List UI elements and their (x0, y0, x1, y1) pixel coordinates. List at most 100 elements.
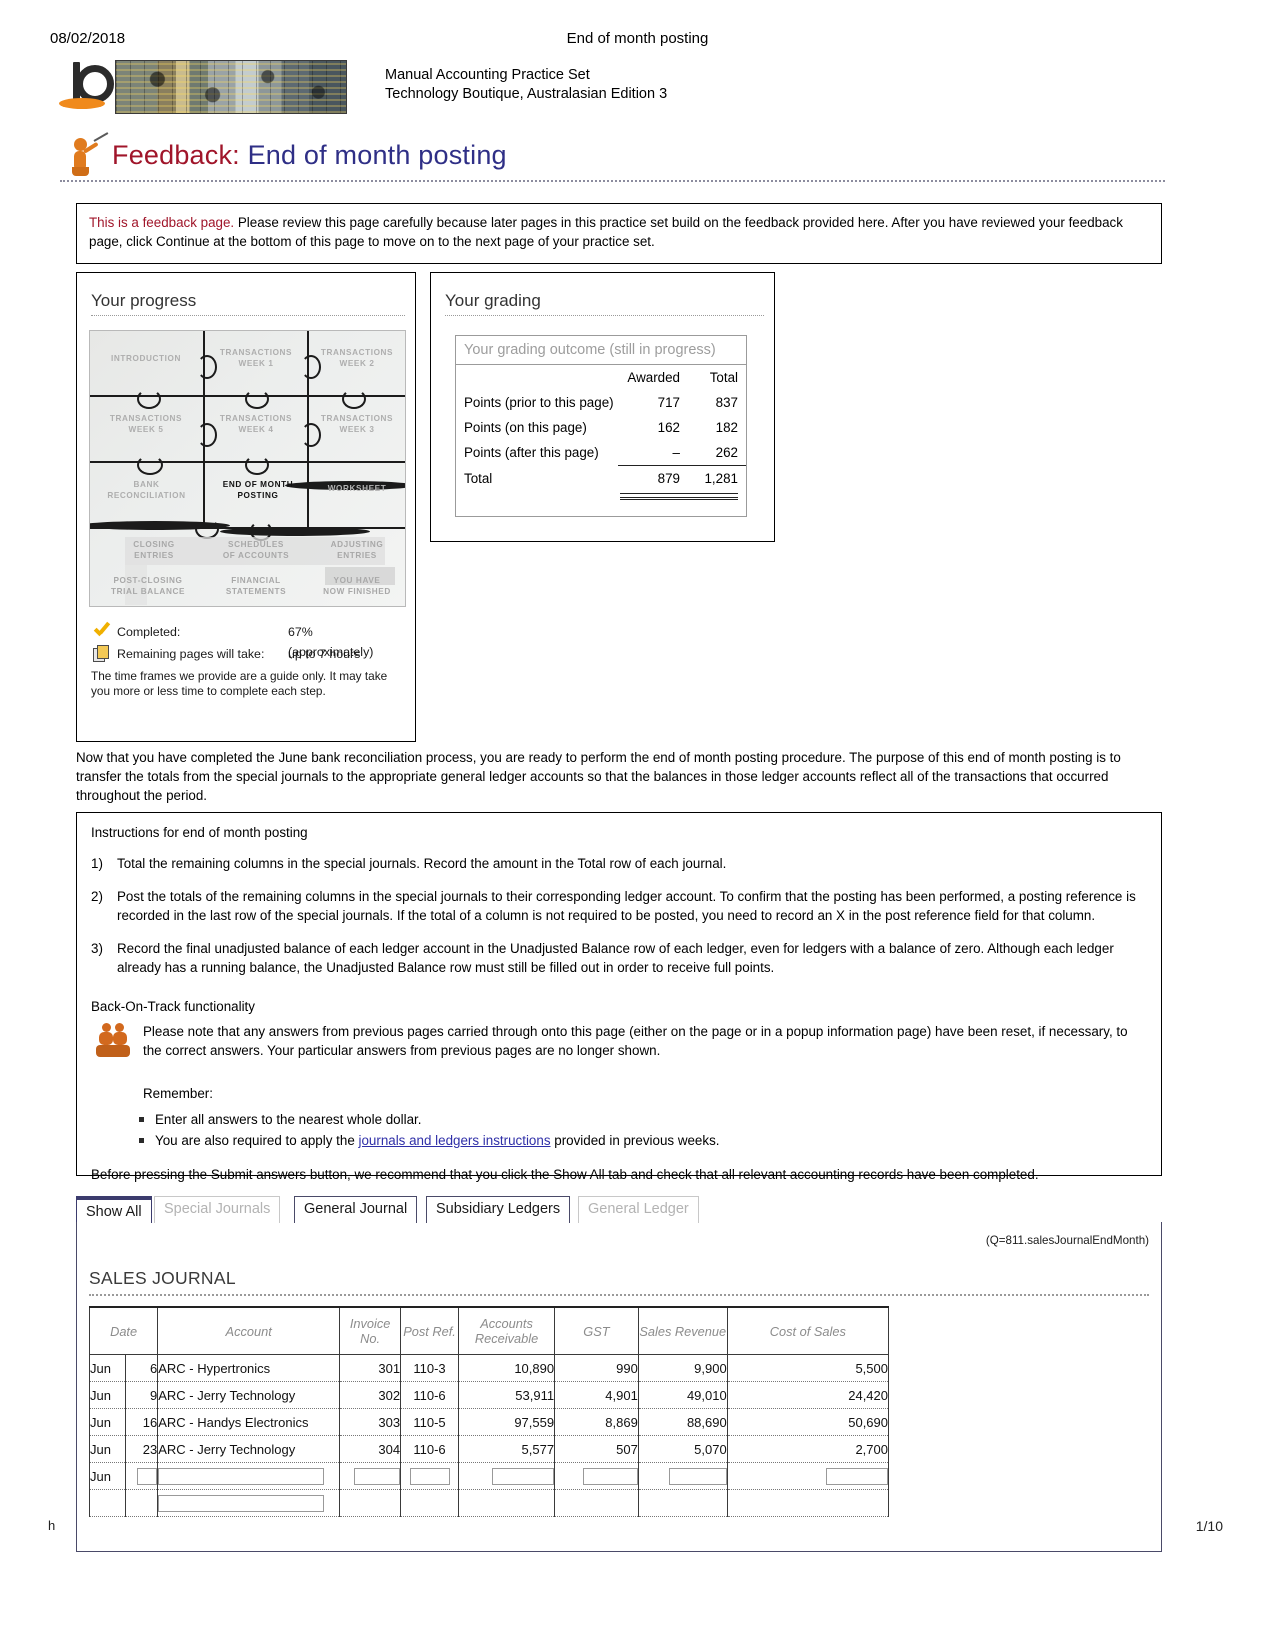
cell-invoice: 303 (339, 1408, 402, 1436)
post-ref-input[interactable] (409, 1467, 450, 1485)
journal-panel: (Q=811.salesJournalEndMonth) SALES JOURN… (76, 1222, 1162, 1552)
invoice-input-cell[interactable] (339, 1462, 402, 1490)
account-input[interactable] (158, 1467, 325, 1485)
day-input-cell[interactable] (125, 1462, 159, 1490)
tab-special-journals[interactable]: Special Journals (154, 1196, 281, 1223)
table-row-total: Total 879 1,281 (456, 465, 746, 491)
instructor-figure-icon (64, 132, 109, 178)
grading-col-awarded: Awarded (627, 370, 680, 385)
grading-total-total: 1,281 (686, 465, 746, 491)
cell-account: ARC - Jerry Technology (157, 1435, 341, 1463)
cell-month: Jun (88, 1462, 127, 1490)
progress-note: The time frames we provide are a guide o… (91, 669, 388, 698)
page-title: Feedback: End of month posting (60, 132, 1165, 182)
cell-cost-of-sales: 50,690 (726, 1408, 890, 1436)
grading-row-label: Points (prior to this page) (464, 395, 614, 410)
progress-heading-divider (91, 315, 405, 316)
progress-puzzle-image: INTRODUCTION TRANSACTIONS WEEK 1 TRANSACT… (89, 330, 406, 607)
cell-cost-of-sales: 5,500 (726, 1354, 890, 1382)
account-input-cell-2[interactable] (157, 1489, 341, 1517)
cos-input-cell[interactable] (726, 1462, 890, 1490)
header-doc-title: End of month posting (566, 30, 709, 47)
tab-show-all[interactable]: Show All (76, 1196, 152, 1223)
remember-label: Remember: (143, 1086, 213, 1101)
post-ref-input-cell[interactable] (400, 1462, 459, 1490)
cell-day: 16 (125, 1408, 159, 1436)
item-number: 2) (91, 889, 103, 904)
journal-tabs: Show All Special Journals General Journa… (76, 1196, 1162, 1224)
table-row: Jun 16 ARC - Handys Electronics 303 110-… (88, 1408, 890, 1436)
account-input-cell[interactable] (157, 1462, 341, 1490)
brand-line-2: Technology Boutique, Australasian Editio… (385, 86, 668, 102)
tab-subsidiary-ledgers[interactable]: Subsidiary Ledgers (426, 1196, 571, 1223)
feedback-page: 08/02/2018 End of month posting Manual A… (0, 0, 1275, 1650)
brand-line-1: Manual Accounting Practice Set (385, 67, 590, 83)
grading-row-total: 837 (715, 395, 738, 410)
ar-input[interactable] (492, 1467, 555, 1485)
account-input-2[interactable] (158, 1494, 325, 1512)
cell-cost-of-sales: 2,700 (726, 1435, 890, 1463)
cell-account: ARC - Handys Electronics (157, 1408, 341, 1436)
journals-and-ledgers-instructions-link[interactable]: journals and ledgers instructions (358, 1133, 550, 1148)
back-on-track-note: Please note that any answers from previo… (91, 1022, 1147, 1062)
invoice-input[interactable] (354, 1467, 401, 1485)
day-input[interactable] (137, 1467, 158, 1485)
cell-sales-revenue: 5,070 (637, 1435, 728, 1463)
instructions-heading: Instructions for end of month posting (91, 825, 308, 840)
cell-month: Jun (88, 1435, 127, 1463)
item-text: Total the remaining columns in the speci… (117, 856, 727, 871)
table-row: Jun 23 ARC - Jerry Technology 304 110-6 … (88, 1435, 890, 1463)
grading-row-awarded: 162 (657, 420, 680, 435)
table-row: Points (after this page) – 262 (456, 440, 746, 466)
cell-day: 6 (125, 1354, 159, 1382)
cell-post-ref: 110-5 (400, 1408, 459, 1436)
progress-stats: Completed: 67% (approximately) Remaining… (91, 621, 401, 665)
instructions-list: 1) Total the remaining columns in the sp… (91, 854, 1147, 977)
col-account: Account (157, 1306, 341, 1355)
cell-invoice: 302 (339, 1381, 402, 1409)
page-title-rest: End of month posting (239, 140, 507, 170)
grading-row-total: 182 (715, 420, 738, 435)
page-title-prefix: Feedback: (112, 140, 240, 170)
table-row: Points (prior to this page) 717 837 (456, 390, 746, 415)
sales-input-cell[interactable] (637, 1462, 728, 1490)
list-item: 3) Record the final unadjusted balance o… (91, 939, 1147, 977)
cell-post-ref: 110-6 (400, 1435, 459, 1463)
cell-post-ref: 110-3 (400, 1354, 459, 1382)
sales-input[interactable] (668, 1467, 727, 1485)
grading-total-label: Total (464, 470, 493, 486)
grading-row-total: 262 (715, 445, 738, 460)
gst-input-cell[interactable] (554, 1462, 639, 1490)
cell-accounts-receivable: 10,890 (457, 1354, 556, 1382)
remember-bullets: Enter all answers to the nearest whole d… (137, 1109, 1147, 1151)
pages-icon (93, 645, 109, 662)
cell-gst: 507 (554, 1435, 639, 1463)
before-submit-text: Before pressing the Submit answers butto… (91, 1167, 1039, 1182)
grading-table: Your grading outcome (still in progress)… (455, 335, 747, 517)
grading-row-awarded: 717 (657, 395, 680, 410)
tab-general-journal[interactable]: General Journal (294, 1196, 418, 1223)
back-on-track-text: Please note that any answers from previo… (143, 1024, 1128, 1058)
cell-accounts-receivable: 97,559 (457, 1408, 556, 1436)
cell-account: ARC - Hypertronics (157, 1354, 341, 1382)
ar-input-cell[interactable] (457, 1462, 556, 1490)
table-row: Jun 6 ARC - Hypertronics 301 110-3 10,89… (88, 1354, 890, 1382)
grading-total-awarded: 879 (618, 465, 686, 491)
brand-area: Manual Accounting Practice Set Technolog… (55, 60, 1155, 115)
tab-general-ledger[interactable]: General Ledger (578, 1196, 699, 1223)
table-row: Points (on this page) 162 182 (456, 415, 746, 440)
cell-accounts-receivable: 5,577 (457, 1435, 556, 1463)
gst-input[interactable] (582, 1467, 638, 1485)
remaining-value: up to 7 hours (288, 647, 361, 661)
cell-day: 23 (125, 1435, 159, 1463)
remaining-row: Remaining pages will take: up to 7 hours (91, 643, 401, 665)
col-date: Date (88, 1306, 159, 1355)
back-on-track-heading: Back-On-Track functionality (91, 999, 255, 1014)
cell-sales-revenue: 88,690 (637, 1408, 728, 1436)
intro-paragraph: Now that you have completed the June ban… (76, 750, 1121, 803)
item-text: Post the totals of the remaining columns… (117, 889, 1136, 923)
cos-input[interactable] (826, 1467, 888, 1485)
perdisco-p-logo-icon (55, 62, 114, 112)
notice-lead: This is a feedback page. (89, 215, 235, 230)
puzzle-banner-image (115, 60, 347, 114)
